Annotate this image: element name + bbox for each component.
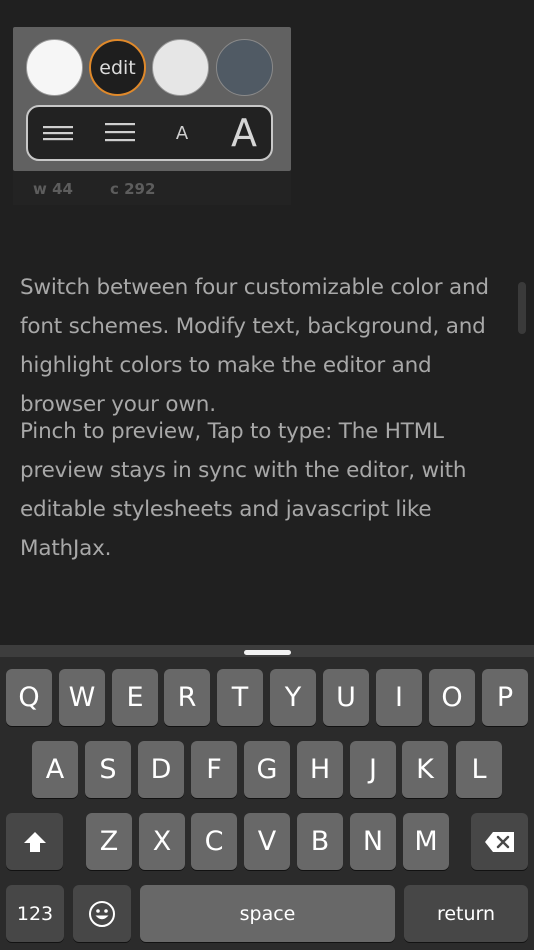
keyboard-drag-handle[interactable] [244,650,291,655]
emoji-key[interactable] [73,885,131,942]
key-p[interactable]: P [482,669,528,726]
key-k[interactable]: K [402,741,448,798]
key-j[interactable]: J [350,741,396,798]
key-s[interactable]: S [85,741,131,798]
key-b[interactable]: B [297,813,343,870]
scroll-indicator[interactable] [518,282,526,334]
font-larger-button[interactable]: A [218,107,270,159]
key-w[interactable]: W [59,669,105,726]
char-count: c 292 [110,180,156,198]
key-x[interactable]: X [139,813,185,870]
key-i[interactable]: I [376,669,422,726]
shift-icon [23,831,46,852]
key-h[interactable]: H [297,741,343,798]
justify-icon[interactable] [36,107,80,159]
font-smaller-button[interactable]: A [160,107,204,159]
format-toolbar: A A [26,105,273,161]
key-g[interactable]: G [244,741,290,798]
key-e[interactable]: E [112,669,158,726]
emoji-icon [89,900,115,927]
edit-label: edit [99,56,136,79]
key-a[interactable]: A [32,741,78,798]
key-z[interactable]: Z [86,813,132,870]
key-o[interactable]: O [429,669,475,726]
word-count: w 44 [33,180,73,198]
backspace-icon [484,831,514,852]
key-q[interactable]: Q [6,669,52,726]
editor-paragraph-1[interactable]: Switch between four customizable color a… [20,268,515,424]
shift-key[interactable] [6,813,63,870]
keyboard: Q W E R T Y U I O P A S D F G H J K L Z … [0,645,534,950]
key-r[interactable]: R [164,669,210,726]
theme-swatch-slate[interactable] [216,39,273,96]
key-u[interactable]: U [323,669,369,726]
key-c[interactable]: C [191,813,237,870]
key-t[interactable]: T [217,669,263,726]
key-m[interactable]: M [403,813,449,870]
numbers-key[interactable]: 123 [6,885,64,942]
key-f[interactable]: F [191,741,237,798]
theme-swatch-edit[interactable]: edit [89,39,146,96]
key-d[interactable]: D [138,741,184,798]
key-n[interactable]: N [350,813,396,870]
space-key[interactable]: space [140,885,395,942]
editor-paragraph-2[interactable]: Pinch to preview, Tap to type: The HTML … [20,412,515,568]
key-l[interactable]: L [456,741,502,798]
theme-swatch-white[interactable] [26,39,83,96]
backspace-key[interactable] [471,813,528,870]
align-icon[interactable] [98,107,142,159]
key-y[interactable]: Y [270,669,316,726]
key-v[interactable]: V [244,813,290,870]
theme-swatch-light[interactable] [152,39,209,96]
return-key[interactable]: return [404,885,528,942]
